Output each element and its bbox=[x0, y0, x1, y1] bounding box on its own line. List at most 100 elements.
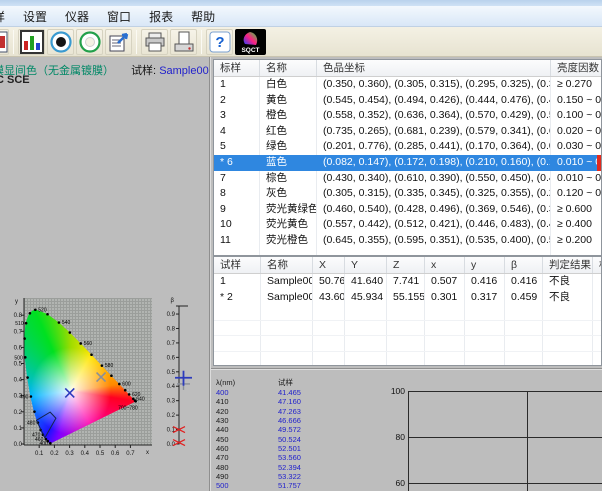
cell: 0.150 ~ 0.450 bbox=[551, 93, 602, 109]
cell: 4 bbox=[214, 124, 260, 140]
cell: 亮度因数 bbox=[551, 60, 602, 76]
measure-sample-icon bbox=[49, 30, 73, 54]
standards-row[interactable]: 9荧光黄绿色(0.460, 0.540), (0.428, 0.496), (0… bbox=[214, 202, 601, 218]
standards-row[interactable]: 8灰色(0.305, 0.315), (0.335, 0.345), (0.32… bbox=[214, 186, 601, 202]
print-preview-icon bbox=[172, 30, 196, 54]
cell bbox=[261, 305, 313, 320]
locus-dot bbox=[23, 337, 26, 340]
cell: 荧光橙色 bbox=[260, 233, 317, 249]
tables-area: 标样名称色品坐标亮度因数1白色(0.350, 0.360), (0.305, 0… bbox=[211, 57, 602, 368]
y-tick-label: 0.5 bbox=[14, 362, 23, 368]
measurement-mode-label: C SCE bbox=[0, 74, 30, 86]
cell: 2 bbox=[214, 93, 260, 109]
cell: (0.350, 0.360), (0.305, 0.315), (0.295, … bbox=[317, 77, 551, 93]
toolbar-print-button[interactable] bbox=[141, 29, 168, 55]
cell: (0.305, 0.315), (0.335, 0.345), (0.325, … bbox=[317, 186, 551, 202]
locus-dot bbox=[58, 321, 61, 324]
cell bbox=[465, 321, 505, 336]
toolbar-report-button[interactable] bbox=[105, 29, 132, 55]
wavelength: 430 bbox=[214, 416, 278, 425]
table-header-row[interactable]: 标样名称色品坐标亮度因数 bbox=[214, 60, 601, 77]
toolbar-help-button[interactable]: ? bbox=[206, 29, 233, 55]
toolbar-cut-button[interactable] bbox=[0, 29, 9, 55]
locus-dot bbox=[134, 400, 137, 403]
standards-row[interactable]: 2黄色(0.545, 0.454), (0.494, 0.426), (0.44… bbox=[214, 93, 601, 109]
toolbar-chart-button[interactable] bbox=[18, 29, 45, 55]
samples-row bbox=[214, 352, 601, 366]
toolbar-calibrate-button[interactable] bbox=[76, 29, 103, 55]
cell: ≥ 0.270 bbox=[551, 77, 602, 93]
cell: 9 bbox=[214, 202, 260, 218]
cell bbox=[543, 352, 593, 366]
samples-row[interactable]: * 2Sample00243.60245.93455.1550.3010.317… bbox=[214, 290, 601, 306]
menu-item-window[interactable]: 窗口 bbox=[98, 6, 140, 27]
cell: (0.430, 0.340), (0.610, 0.390), (0.550, … bbox=[317, 171, 551, 187]
toolbar-measure-sample-button[interactable] bbox=[47, 29, 74, 55]
standards-row[interactable]: 3橙色(0.558, 0.352), (0.636, 0.364), (0.57… bbox=[214, 108, 601, 124]
menu-item-help[interactable]: 帮助 bbox=[182, 6, 224, 27]
cell: 绿色 bbox=[260, 139, 317, 155]
locus-dot bbox=[128, 393, 131, 396]
menu-item-report[interactable]: 报表 bbox=[140, 6, 182, 27]
cell bbox=[313, 336, 345, 351]
cell bbox=[214, 249, 260, 256]
wavelength-label: 510 bbox=[15, 321, 24, 327]
samples-row[interactable]: 1Sample00150.76441.6407.7410.5070.4160.4… bbox=[214, 274, 601, 290]
x-tick-label: 0.4 bbox=[81, 451, 90, 457]
cell: 橙色 bbox=[260, 108, 317, 124]
spectral-row: 41047.160 bbox=[214, 397, 374, 406]
standards-row[interactable]: 1白色(0.350, 0.360), (0.305, 0.315), (0.29… bbox=[214, 77, 601, 93]
menu-item-sample[interactable]: 样 bbox=[0, 6, 14, 27]
cell bbox=[345, 305, 387, 320]
cell bbox=[387, 321, 425, 336]
standards-row[interactable]: 10荧光黄色(0.557, 0.442), (0.512, 0.421), (0… bbox=[214, 217, 601, 233]
report-export-icon bbox=[107, 30, 131, 54]
wavelength: 460 bbox=[214, 444, 278, 453]
cell bbox=[313, 305, 345, 320]
cell: 红色 bbox=[260, 124, 317, 140]
reflectance-value: 53.322 bbox=[278, 472, 358, 481]
cell: (0.545, 0.454), (0.494, 0.426), (0.444, … bbox=[317, 93, 551, 109]
spectral-section: λ(nm)试样40041.46541047.16042047.26343046.… bbox=[211, 368, 602, 491]
spectral-row: 48052.394 bbox=[214, 463, 374, 472]
cell: Sample002 bbox=[261, 290, 313, 306]
standards-row[interactable]: * 6蓝色(0.082, 0.147), (0.172, 0.198), (0.… bbox=[214, 155, 601, 171]
cut-icon bbox=[0, 30, 8, 54]
menu-item-instrument[interactable]: 仪器 bbox=[56, 6, 98, 27]
cell bbox=[345, 336, 387, 351]
standards-row[interactable]: 5绿色(0.201, 0.776), (0.285, 0.441), (0.17… bbox=[214, 139, 601, 155]
wavelength-label: 600 bbox=[122, 382, 131, 388]
standards-row[interactable]: 11荧光橙色(0.645, 0.355), (0.595, 0.351), (0… bbox=[214, 233, 601, 249]
cell: 0.317 bbox=[465, 290, 505, 306]
toolbar-separator bbox=[201, 30, 202, 54]
standards-row[interactable]: 7棕色(0.430, 0.340), (0.610, 0.390), (0.55… bbox=[214, 171, 601, 187]
locus-dot bbox=[101, 364, 104, 367]
app-window: { "window": { "menu": ["样", "设置", "仪器", … bbox=[0, 0, 602, 491]
menu-item-settings[interactable]: 设置 bbox=[14, 6, 56, 27]
toolbar-print-preview-button[interactable] bbox=[170, 29, 197, 55]
wavelength: 440 bbox=[214, 425, 278, 434]
cell bbox=[465, 352, 505, 366]
samples-row bbox=[214, 321, 601, 337]
cell: Sample001 bbox=[261, 274, 313, 290]
cell: 0.100 ~ 0.300 bbox=[551, 108, 602, 124]
y-tick-label: 0.6 bbox=[14, 345, 23, 351]
locus-dot bbox=[46, 313, 49, 316]
cell: (0.558, 0.352), (0.636, 0.364), (0.570, … bbox=[317, 108, 551, 124]
chart-y-tick-label: 60 bbox=[381, 478, 405, 488]
cell bbox=[214, 305, 261, 320]
table-header-row[interactable]: 试样名称XYZxyβ判定结果标样 bbox=[214, 257, 601, 274]
cell: (0.082, 0.147), (0.172, 0.198), (0.210, … bbox=[317, 155, 551, 171]
cell: ≥ 0.200 bbox=[551, 233, 602, 249]
toolbar-separator bbox=[136, 30, 137, 54]
cell: 7 bbox=[214, 171, 260, 187]
cell bbox=[425, 321, 465, 336]
toolbar-sqct-button[interactable]: SQCT bbox=[235, 29, 266, 55]
cell bbox=[387, 305, 425, 320]
locus-dot bbox=[47, 440, 50, 443]
calibrate-icon bbox=[78, 30, 102, 54]
standards-row[interactable]: 4红色(0.735, 0.265), (0.681, 0.239), (0.57… bbox=[214, 124, 601, 140]
cell: 0.301 bbox=[425, 290, 465, 306]
cell bbox=[425, 352, 465, 366]
print-icon bbox=[143, 30, 167, 54]
